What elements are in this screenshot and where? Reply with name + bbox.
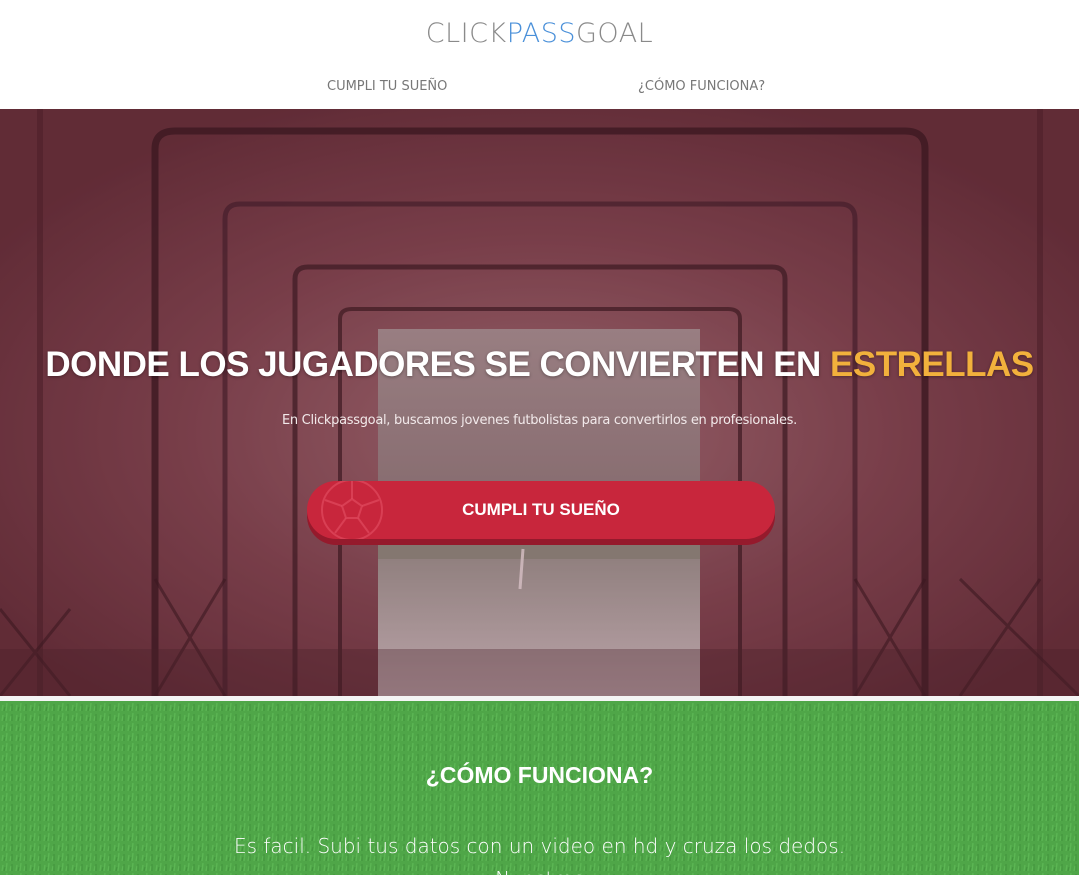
hero-title: DONDE LOS JUGADORES SE CONVIERTEN EN EST… bbox=[0, 345, 1079, 385]
como-funciona-title: ¿CÓMO FUNCIONA? bbox=[425, 762, 654, 788]
nav-link-cumpli-tu-sueno[interactable]: CUMPLI TU SUEÑO bbox=[327, 79, 447, 94]
cta-label: CUMPLI TU SUEÑO bbox=[462, 500, 620, 519]
logo-pass: PASS bbox=[506, 18, 576, 49]
site-logo[interactable]: CLICKPASSGOAL bbox=[0, 18, 1079, 49]
logo-click: CLICK bbox=[425, 18, 507, 49]
hero-subtitle: En Clickpassgoal, buscamos jovenes futbo… bbox=[282, 413, 797, 428]
hero-title-main: DONDE LOS JUGADORES SE CONVIERTEN EN bbox=[45, 345, 831, 384]
hero-title-highlight: ESTRELLAS bbox=[830, 345, 1034, 384]
cumpli-tu-sueno-button[interactable]: CUMPLI TU SUEÑO bbox=[307, 481, 775, 539]
como-funciona-text: Es facil. Subi tus datos con un video en… bbox=[233, 834, 846, 875]
hero-overlay bbox=[0, 109, 1079, 696]
logo-goal: GOAL bbox=[576, 18, 654, 49]
site-header: CLICKPASSGOAL CUMPLI TU SUEÑO ¿CÓMO FUNC… bbox=[0, 0, 1079, 109]
nav-link-como-funciona[interactable]: ¿CÓMO FUNCIONA? bbox=[638, 79, 765, 94]
como-funciona-section: ¿CÓMO FUNCIONA? Es facil. Subi tus datos… bbox=[0, 701, 1079, 875]
hero-section: DONDE LOS JUGADORES SE CONVIERTEN EN EST… bbox=[0, 109, 1079, 696]
